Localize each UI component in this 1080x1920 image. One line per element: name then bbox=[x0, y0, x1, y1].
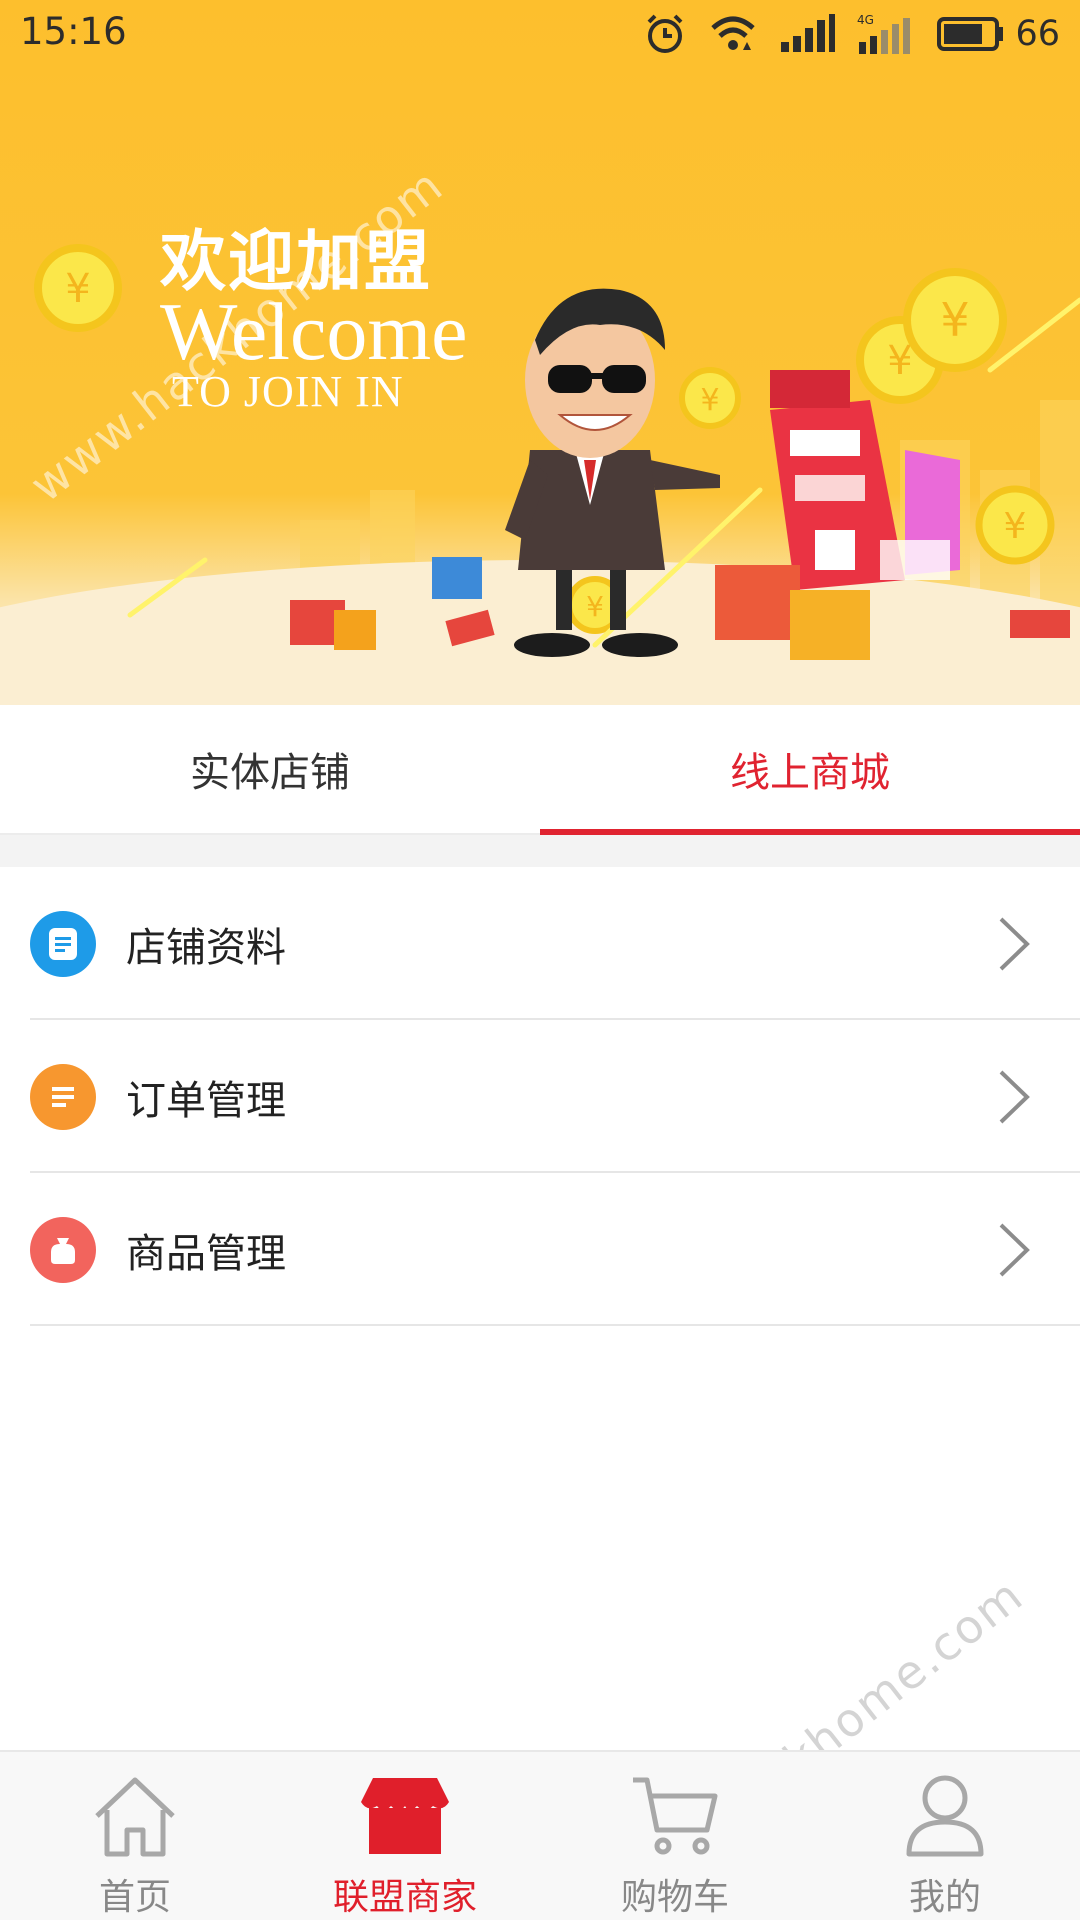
tab-online-mall[interactable]: 线上商城 bbox=[540, 705, 1080, 835]
nav-item-cart[interactable]: 购物车 bbox=[540, 1752, 810, 1920]
nav-label: 联盟商家 bbox=[332, 1877, 477, 1918]
status-bar: 15:16 4G 66 bbox=[0, 0, 1080, 70]
menu-item-label: 订单管理 bbox=[126, 1077, 286, 1124]
nav-label: 首页 bbox=[98, 1877, 171, 1918]
wifi-icon bbox=[711, 16, 756, 50]
user-icon bbox=[895, 1770, 995, 1860]
section-divider bbox=[0, 835, 1080, 867]
welcome-banner[interactable]: ¥ ¥ ¥ ¥ ¥ ¥ 15:16 4G 66 欢迎加盟 Welcome TO … bbox=[0, 0, 1080, 705]
battery-icon bbox=[937, 17, 1004, 51]
menu-item-label: 商品管理 bbox=[126, 1230, 286, 1277]
chevron-right-icon bbox=[994, 914, 1034, 974]
status-icons: 4G 66 bbox=[643, 8, 1060, 60]
svg-text:¥: ¥ bbox=[586, 590, 604, 623]
nav-label: 我的 bbox=[908, 1877, 981, 1918]
cart-icon bbox=[625, 1770, 725, 1860]
signal-icon bbox=[781, 14, 836, 52]
svg-text:¥: ¥ bbox=[887, 338, 912, 384]
tab-physical-store[interactable]: 实体店铺 bbox=[0, 705, 540, 833]
svg-text:¥: ¥ bbox=[940, 293, 969, 347]
battery-level: 66 bbox=[1015, 14, 1060, 54]
chevron-right-icon bbox=[994, 1067, 1034, 1127]
store-icon bbox=[355, 1770, 455, 1860]
chevron-right-icon bbox=[994, 1220, 1034, 1280]
svg-text:¥: ¥ bbox=[1004, 506, 1027, 547]
svg-text:¥: ¥ bbox=[65, 266, 90, 312]
svg-text:¥: ¥ bbox=[700, 383, 719, 418]
nav-label: 购物车 bbox=[620, 1877, 729, 1918]
menu-item-label: 店铺资料 bbox=[126, 924, 286, 971]
app-screen: ¥ ¥ ¥ ¥ ¥ ¥ 15:16 4G 66 欢迎加盟 Welcome TO … bbox=[0, 0, 1080, 1920]
document-icon bbox=[30, 910, 96, 977]
bottom-navigation: 首页 联盟商家 购物车 我的 bbox=[0, 1750, 1080, 1920]
alarm-icon bbox=[648, 14, 683, 53]
nav-item-home[interactable]: 首页 bbox=[0, 1752, 270, 1920]
home-icon bbox=[85, 1770, 185, 1860]
menu-item-order-management[interactable]: 订单管理 bbox=[0, 1020, 1080, 1173]
nav-item-alliance-merchants[interactable]: 联盟商家 bbox=[270, 1752, 540, 1920]
status-time: 15:16 bbox=[20, 10, 127, 53]
network-label: 4G bbox=[857, 13, 874, 27]
signal-4g-icon: 4G bbox=[857, 13, 911, 54]
menu-item-product-management[interactable]: 商品管理 bbox=[0, 1173, 1080, 1326]
store-type-tabs: 实体店铺 线上商城 bbox=[0, 705, 1080, 835]
nav-item-profile[interactable]: 我的 bbox=[810, 1752, 1080, 1920]
bag-icon bbox=[30, 1216, 96, 1283]
menu-item-store-info[interactable]: 店铺资料 bbox=[0, 867, 1080, 1020]
menu-list: 店铺资料 订单管理 商品管理 bbox=[0, 867, 1080, 1326]
list-icon bbox=[30, 1063, 96, 1130]
